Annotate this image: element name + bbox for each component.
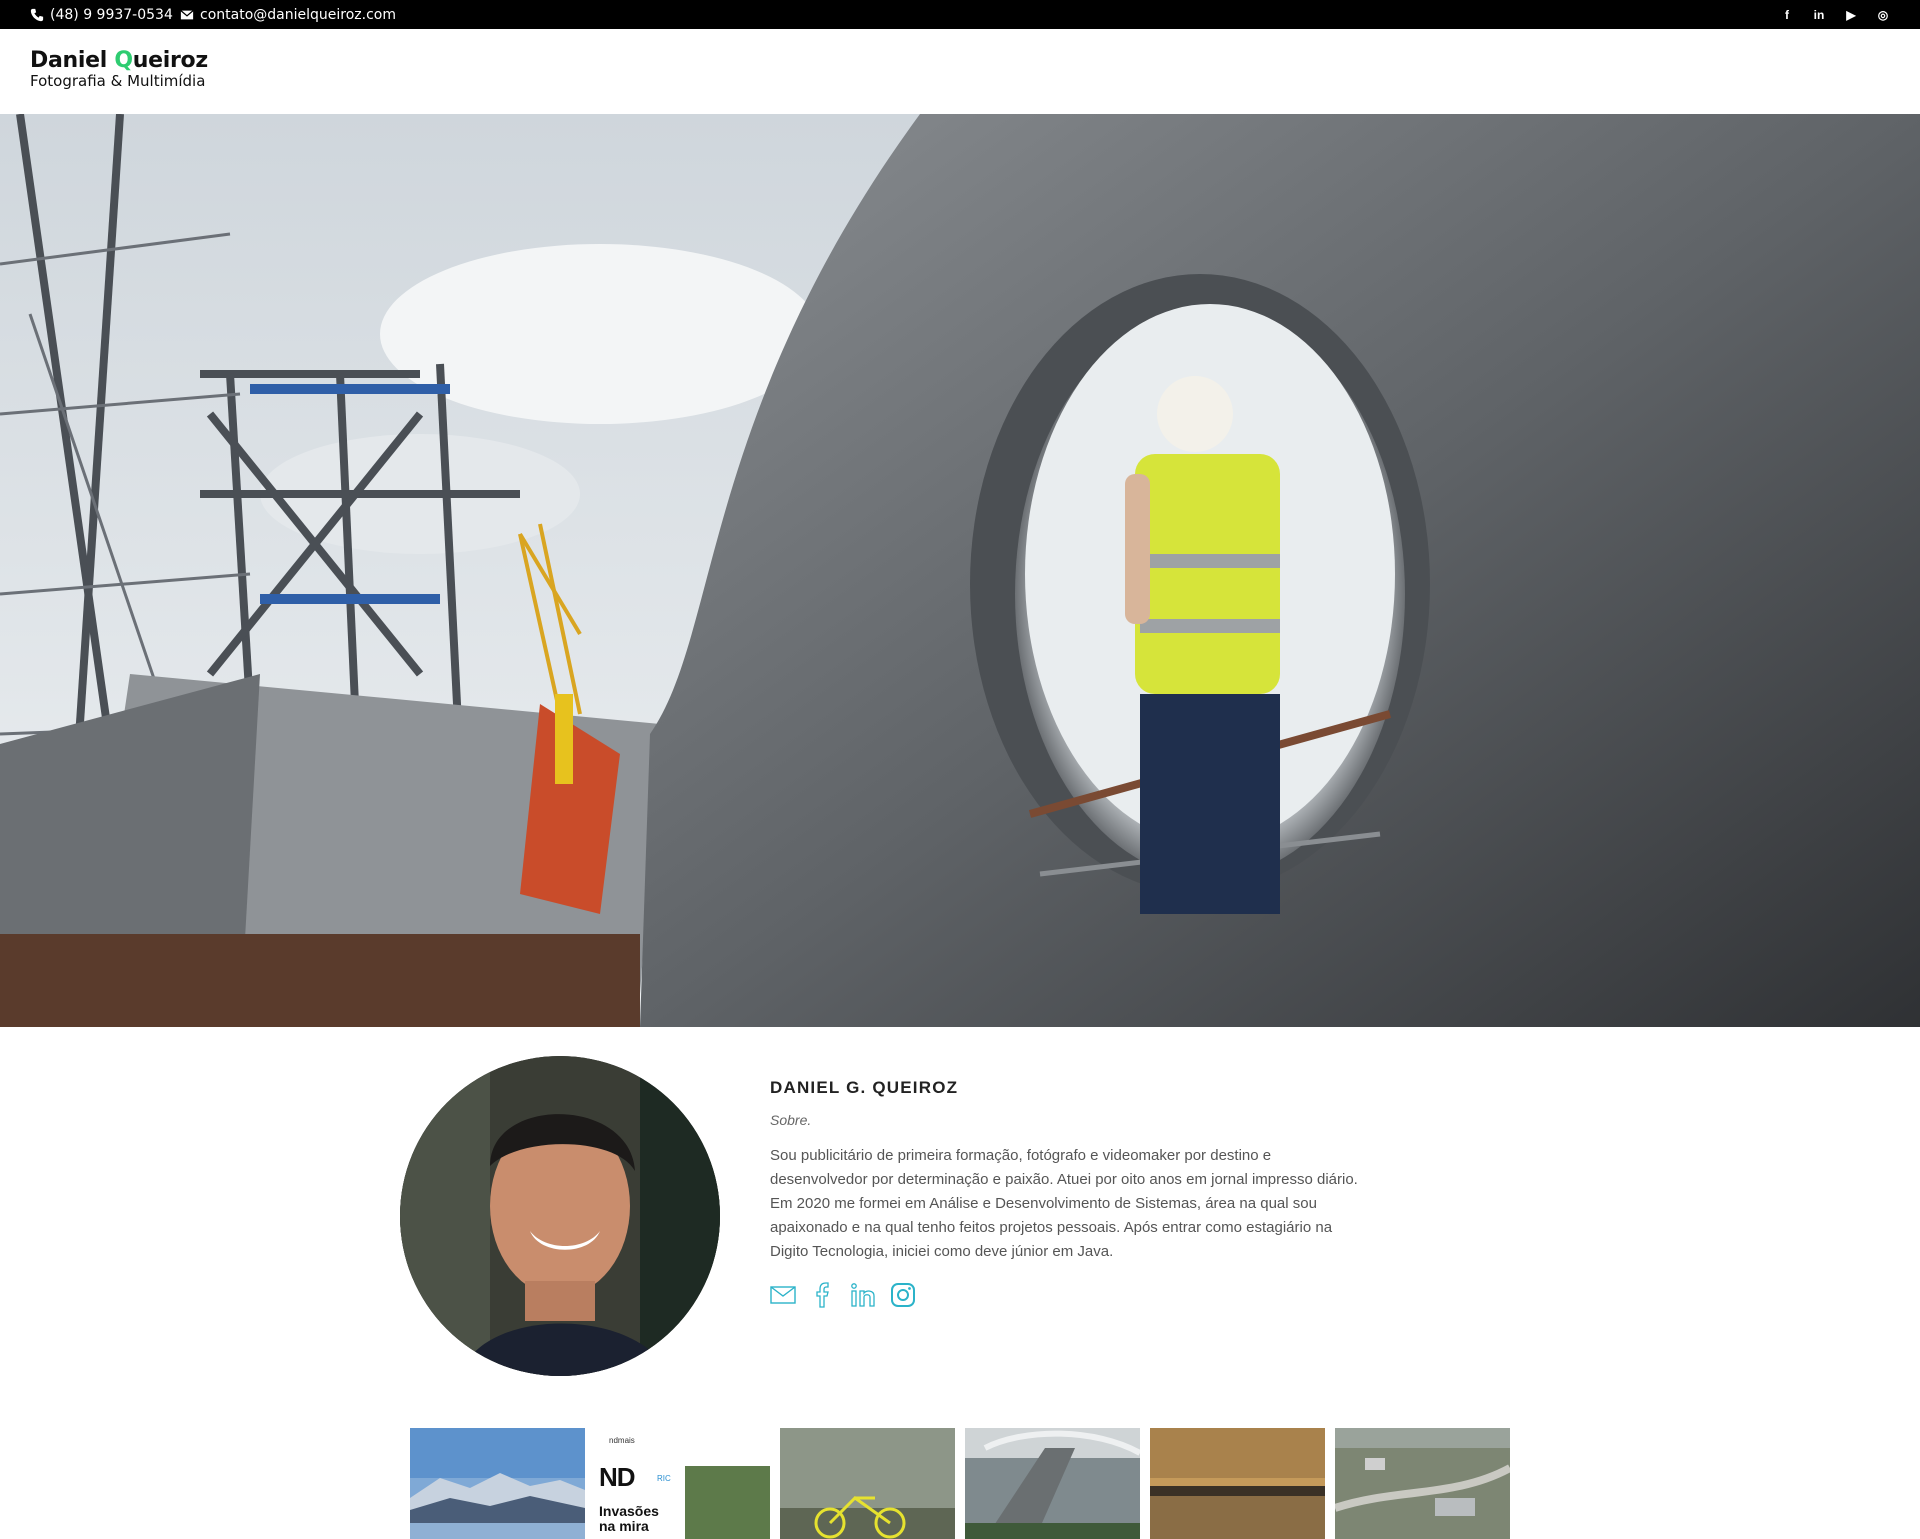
newspaper-logo: ND (599, 1462, 636, 1492)
newspaper-aerial-photo (685, 1466, 770, 1539)
gallery-photo-bicycle[interactable] (780, 1428, 955, 1539)
gallery-photo-bridge[interactable] (965, 1428, 1140, 1539)
phone-contact[interactable]: (48) 9 9937-0534 (30, 0, 173, 29)
mail-icon[interactable] (770, 1282, 796, 1308)
newspaper-headline: Invasões na mira (599, 1503, 659, 1534)
instagram-icon[interactable] (890, 1282, 916, 1308)
gallery-photo-mountains[interactable] (410, 1428, 585, 1539)
top-bar: (48) 9 9937-0534 contato@danielqueiroz.c… (0, 0, 1920, 29)
site-logo[interactable]: Daniel Queiroz Fotografia & Multimídia (30, 48, 208, 90)
newspaper-brand: ndmais (609, 1436, 635, 1445)
phone-number: (48) 9 9937-0534 (50, 6, 173, 23)
email-address: contato@danielqueiroz.com (200, 6, 396, 23)
instagram-gallery: ndmais ND RIC Invasões na mira (410, 1428, 1510, 1539)
about-subtitle: Sobre. (770, 1112, 812, 1128)
about-name: DANIEL G. QUEIROZ (770, 1078, 959, 1097)
email-contact[interactable]: contato@danielqueiroz.com (180, 0, 396, 29)
hero-image (0, 114, 1920, 1027)
profile-portrait (400, 1056, 720, 1376)
gallery-newspaper-post[interactable]: ndmais ND RIC Invasões na mira (595, 1428, 770, 1539)
logo-name: Daniel Queiroz (30, 48, 208, 73)
about-section: DANIEL G. QUEIROZ Sobre. Sou publicitári… (770, 1078, 1360, 1308)
facebook-icon[interactable] (810, 1282, 836, 1308)
instagram-icon[interactable]: ◎ (1876, 8, 1890, 22)
youtube-icon[interactable]: ▶ (1844, 8, 1858, 22)
hero-photo (0, 114, 1920, 1027)
linkedin-icon[interactable] (850, 1282, 876, 1308)
about-social-links (770, 1282, 1360, 1308)
phone-icon (30, 8, 44, 21)
gallery-photo-city-aerial[interactable] (1335, 1428, 1510, 1539)
site-header: Daniel Queiroz Fotografia & Multimídia (0, 29, 1920, 114)
linkedin-icon[interactable]: in (1812, 8, 1826, 22)
gallery-photo-sunset[interactable] (1150, 1428, 1325, 1539)
facebook-icon[interactable]: f (1780, 8, 1794, 22)
topbar-social-links: f in ▶ ◎ (1780, 0, 1890, 29)
logo-tagline: Fotografia & Multimídia (30, 72, 206, 90)
about-bio: Sou publicitário de primeira formação, f… (770, 1147, 1358, 1260)
profile-photo (400, 1056, 720, 1376)
envelope-icon (180, 9, 194, 19)
newspaper-sub: RIC (657, 1474, 671, 1483)
